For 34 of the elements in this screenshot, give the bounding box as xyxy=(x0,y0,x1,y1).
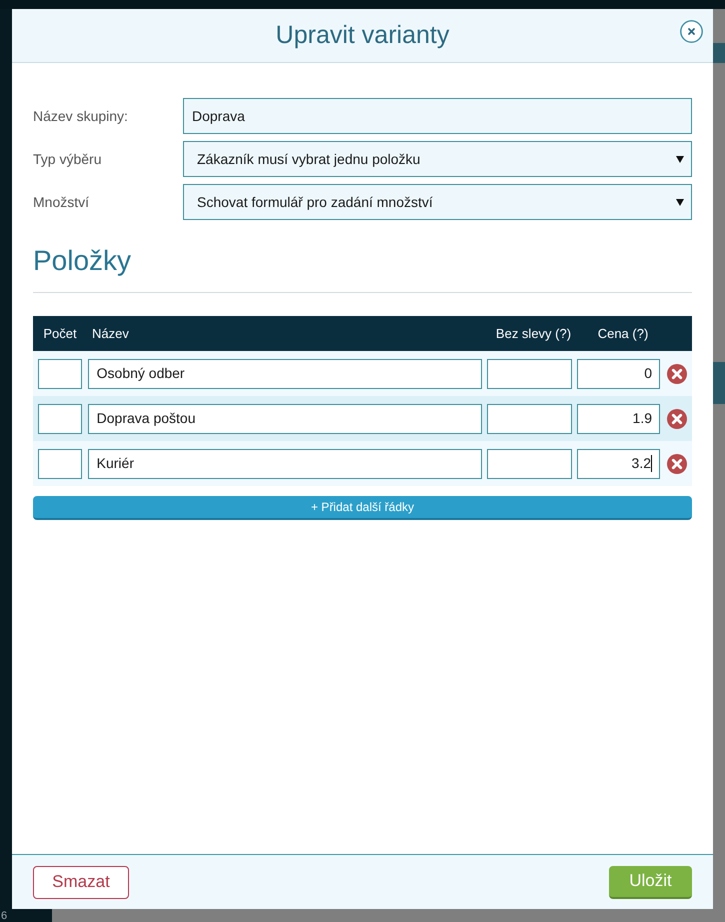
list-price-input[interactable] xyxy=(487,404,572,434)
delete-button[interactable]: Smazat xyxy=(33,866,129,898)
remove-icon[interactable] xyxy=(667,364,688,384)
section-title: Položky xyxy=(33,244,132,278)
remove-icon[interactable] xyxy=(667,454,688,474)
field-label: Typ výběru xyxy=(33,150,102,169)
count-input[interactable] xyxy=(38,358,82,388)
name-input[interactable]: Kuriér xyxy=(88,448,482,478)
field-label: Množství xyxy=(33,192,90,212)
caret-down-icon xyxy=(676,156,684,162)
dialog-title: Upravit varianty xyxy=(276,20,450,51)
remove-icon[interactable] xyxy=(667,408,688,428)
background-strip xyxy=(713,362,725,404)
column-header: Počet xyxy=(42,324,78,343)
list-price-input[interactable] xyxy=(487,358,572,388)
column-header: Název xyxy=(91,324,130,343)
sidebar-number: 6 xyxy=(0,910,8,922)
price-input[interactable]: 3.2 xyxy=(576,448,660,478)
field-label: Název skupiny: xyxy=(33,106,129,126)
list-price-input[interactable] xyxy=(487,448,572,478)
name-input[interactable]: Osobný odber xyxy=(88,358,482,388)
caret-down-icon xyxy=(676,198,684,206)
close-icon[interactable] xyxy=(680,20,703,43)
text-input[interactable]: Doprava xyxy=(183,98,692,134)
name-input[interactable]: Doprava poštou xyxy=(88,404,482,434)
select-dropdown[interactable]: Zákazník musí vybrat jednu položku xyxy=(183,141,692,177)
price-input[interactable]: 1.9 xyxy=(576,404,660,434)
column-header: Bez slevy (?) xyxy=(494,324,572,343)
count-input[interactable] xyxy=(38,404,82,434)
price-input[interactable]: 0 xyxy=(576,358,660,388)
column-header: Cena (?) xyxy=(596,324,650,343)
select-dropdown[interactable]: Schovat formulář pro zadání množství xyxy=(183,184,692,220)
count-input[interactable] xyxy=(38,448,82,478)
background-strip xyxy=(713,43,725,63)
